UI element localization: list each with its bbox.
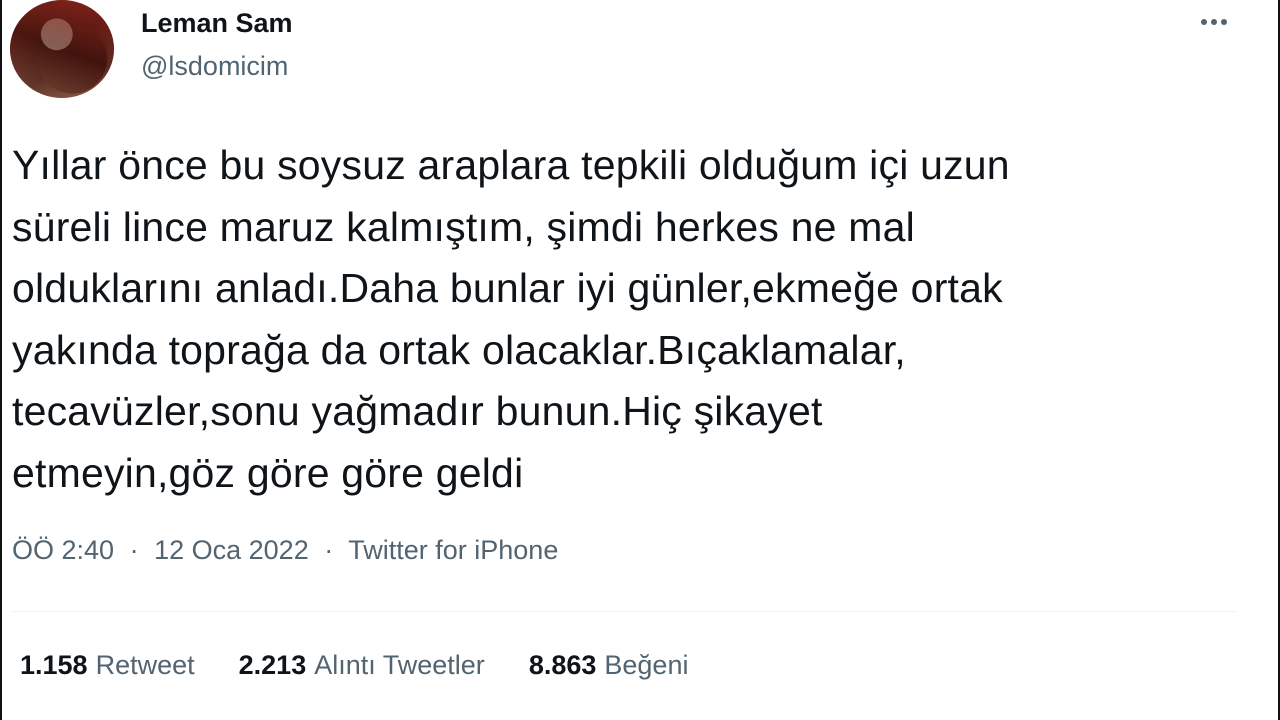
divider	[12, 611, 1236, 612]
tweet-source-link[interactable]: Twitter for iPhone	[348, 535, 558, 565]
quote-tweets-label: Alıntı Tweetler	[314, 650, 485, 680]
retweets-stat[interactable]: 1.158 Retweet	[20, 650, 195, 681]
meta-separator: ·	[324, 535, 334, 565]
avatar-image	[10, 0, 114, 98]
likes-count: 8.863	[528, 650, 597, 680]
quote-tweets-stat[interactable]: 2.213 Alıntı Tweetler	[239, 650, 485, 681]
avatar[interactable]	[10, 0, 114, 98]
tweet-meta: ÖÖ 2:40 · 12 Oca 2022 · Twitter for iPho…	[12, 535, 558, 566]
tweet-time-link[interactable]: ÖÖ 2:40	[12, 535, 114, 565]
likes-label: Beğeni	[604, 650, 689, 680]
user-handle[interactable]: @lsdomicim	[141, 51, 288, 82]
more-dot	[1221, 19, 1227, 25]
tweet-card: Leman Sam @lsdomicim Yıllar önce bu soys…	[0, 0, 1280, 720]
tweet-date-link[interactable]: 12 Oca 2022	[154, 535, 309, 565]
more-dot	[1201, 19, 1207, 25]
retweets-count: 1.158	[20, 650, 88, 680]
more-dot	[1211, 19, 1217, 25]
meta-separator: ·	[129, 535, 139, 565]
retweets-label: Retweet	[95, 650, 195, 680]
display-name[interactable]: Leman Sam	[141, 8, 293, 39]
quote-tweets-count: 2.213	[238, 650, 307, 680]
more-options-icon[interactable]	[1192, 10, 1236, 34]
likes-stat[interactable]: 8.863 Beğeni	[529, 650, 689, 681]
tweet-stats: 1.158 Retweet 2.213 Alıntı Tweetler 8.863 B…	[20, 650, 688, 681]
tweet-text: Yıllar önce bu soysuz araplara tepkili o…	[12, 142, 1010, 496]
